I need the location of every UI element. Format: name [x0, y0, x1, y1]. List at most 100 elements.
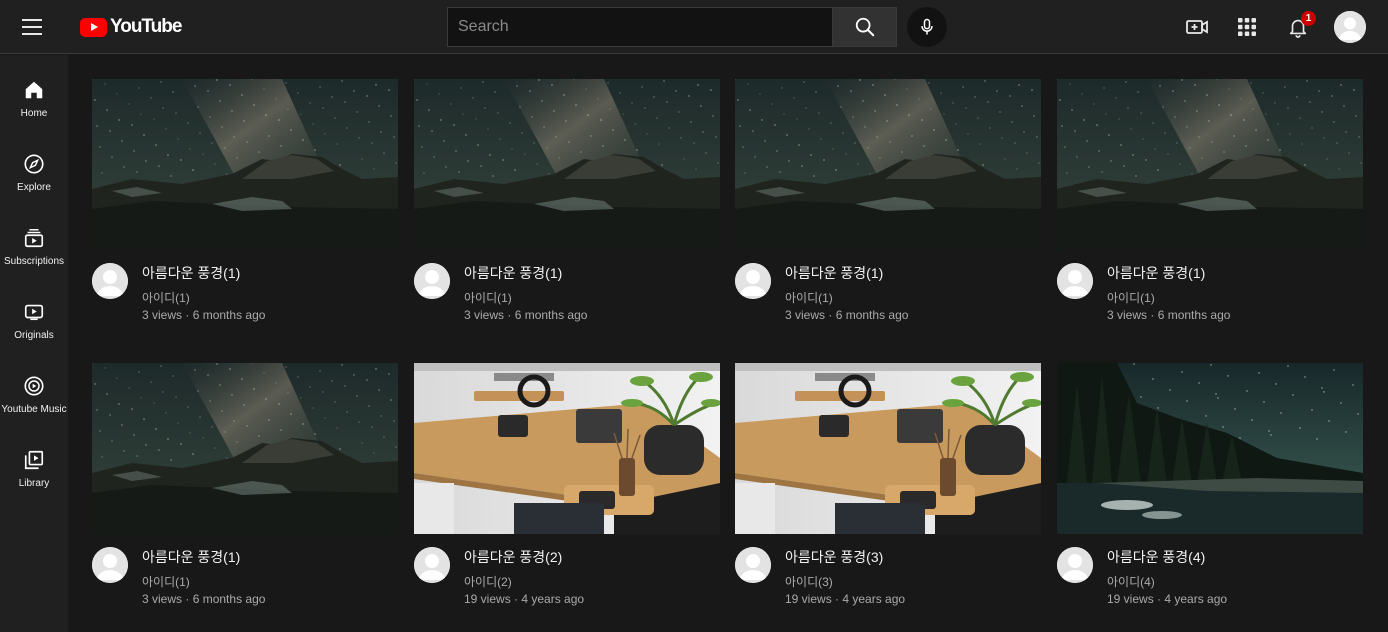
video-title[interactable]: 아름다운 풍경(1): [785, 263, 883, 283]
user-avatar-icon: [735, 547, 771, 583]
logo-text: YouTube: [110, 16, 182, 37]
search-bar: [447, 7, 897, 47]
video-title[interactable]: 아름다운 풍경(1): [1107, 263, 1205, 283]
compass-icon: [22, 152, 46, 176]
channel-avatar[interactable]: [735, 547, 771, 583]
milky-way-mountain-thumbnail: [414, 79, 720, 250]
video-meta: 3 views · 6 months ago: [1107, 308, 1230, 322]
desk-setup-thumbnail: [735, 363, 1041, 534]
youtube-play-icon: [80, 17, 107, 37]
sidebar-item-label: Subscriptions: [3, 256, 65, 267]
sidebar-item-label: Youtube Music: [1, 404, 67, 415]
video-thumbnail[interactable]: [414, 79, 720, 250]
video-card[interactable]: 아름다운 풍경(1) 아이디(1) 3 views · 6 months ago: [92, 79, 398, 339]
video-title[interactable]: 아름다운 풍경(1): [142, 263, 240, 283]
sidebar-item-label: Originals: [14, 330, 54, 341]
video-title[interactable]: 아름다운 풍경(3): [785, 547, 883, 567]
channel-name[interactable]: 아이디(1): [142, 289, 190, 306]
video-title[interactable]: 아름다운 풍경(4): [1107, 547, 1205, 567]
video-thumbnail[interactable]: [92, 79, 398, 250]
search-input[interactable]: [447, 7, 832, 47]
meta-separator: ·: [828, 308, 833, 322]
channel-avatar[interactable]: [92, 263, 128, 299]
video-title[interactable]: 아름다운 풍경(1): [464, 263, 562, 283]
sidebar-item-subscriptions[interactable]: Subscriptions: [0, 226, 68, 286]
hamburger-menu-icon[interactable]: [18, 14, 46, 40]
account-avatar[interactable]: [1334, 11, 1366, 43]
channel-name[interactable]: 아이디(1): [1107, 289, 1155, 306]
sidebar-item-youtube-music[interactable]: Youtube Music: [0, 374, 68, 434]
video-meta: 3 views · 6 months ago: [785, 308, 908, 322]
video-meta: 19 views · 4 years ago: [464, 592, 584, 606]
channel-name[interactable]: 아이디(1): [464, 289, 512, 306]
channel-name[interactable]: 아이디(1): [785, 289, 833, 306]
video-thumbnail[interactable]: [1057, 363, 1363, 534]
video-meta: 3 views · 6 months ago: [464, 308, 587, 322]
video-meta: 3 views · 6 months ago: [142, 592, 265, 606]
channel-avatar[interactable]: [1057, 263, 1093, 299]
sidebar-item-library[interactable]: Library: [0, 448, 68, 508]
video-card[interactable]: 아름다운 풍경(1) 아이디(1) 3 views · 6 months ago: [1057, 79, 1363, 339]
channel-avatar[interactable]: [414, 263, 450, 299]
view-count: 19 views: [1107, 592, 1154, 606]
video-thumbnail[interactable]: [414, 363, 720, 534]
user-avatar-icon: [414, 263, 450, 299]
search-button[interactable]: [832, 7, 897, 47]
sidebar-item-label: Library: [18, 478, 50, 489]
channel-name[interactable]: 아이디(1): [142, 573, 190, 590]
video-card[interactable]: 아름다운 풍경(4) 아이디(4) 19 views · 4 years ago: [1057, 363, 1363, 623]
meta-separator: ·: [185, 308, 190, 322]
view-count: 19 views: [785, 592, 832, 606]
channel-avatar[interactable]: [1057, 547, 1093, 583]
channel-avatar[interactable]: [414, 547, 450, 583]
youtube-logo[interactable]: YouTube: [80, 15, 182, 39]
video-title[interactable]: 아름다운 풍경(2): [464, 547, 562, 567]
video-title[interactable]: 아름다운 풍경(1): [142, 547, 240, 567]
video-thumbnail[interactable]: [735, 79, 1041, 250]
upload-age: 6 months ago: [192, 308, 266, 322]
video-meta: 19 views · 4 years ago: [785, 592, 905, 606]
channel-avatar[interactable]: [92, 547, 128, 583]
channel-name[interactable]: 아이디(3): [785, 573, 833, 590]
upload-age: 4 years ago: [521, 592, 585, 606]
sidebar-item-home[interactable]: Home: [0, 78, 68, 138]
view-count: 19 views: [464, 592, 511, 606]
apps-grid-icon: [1238, 18, 1256, 36]
video-card[interactable]: 아름다운 풍경(1) 아이디(1) 3 views · 6 months ago: [92, 363, 398, 623]
sidebar-item-explore[interactable]: Explore: [0, 152, 68, 212]
video-meta: 3 views · 6 months ago: [142, 308, 265, 322]
desk-setup-thumbnail: [414, 363, 720, 534]
meta-separator: ·: [507, 308, 512, 322]
user-avatar-icon: [92, 263, 128, 299]
create-video-button[interactable]: [1184, 14, 1210, 40]
video-card[interactable]: 아름다운 풍경(2) 아이디(2) 19 views · 4 years ago: [414, 363, 720, 623]
view-count: 3 views: [142, 308, 183, 322]
meta-separator: ·: [1157, 592, 1162, 606]
video-thumbnail[interactable]: [92, 363, 398, 534]
upload-age: 6 months ago: [514, 308, 588, 322]
video-card[interactable]: 아름다운 풍경(3) 아이디(3) 19 views · 4 years ago: [735, 363, 1041, 623]
view-count: 3 views: [785, 308, 826, 322]
video-card[interactable]: 아름다운 풍경(1) 아이디(1) 3 views · 6 months ago: [735, 79, 1041, 339]
top-header: YouTube Search 1: [0, 0, 1388, 54]
search-icon: [855, 17, 874, 37]
upload-age: 6 months ago: [192, 592, 266, 606]
video-thumbnail[interactable]: [735, 363, 1041, 534]
user-avatar-icon: [1334, 11, 1366, 43]
sidebar-item-originals[interactable]: Originals: [0, 300, 68, 360]
voice-search-button[interactable]: [907, 7, 947, 47]
notifications-button[interactable]: 1: [1285, 11, 1316, 40]
starry-lake-thumbnail: [1057, 363, 1363, 534]
channel-name[interactable]: 아이디(2): [464, 573, 512, 590]
apps-button[interactable]: [1234, 14, 1260, 40]
channel-name[interactable]: 아이디(4): [1107, 573, 1155, 590]
channel-avatar[interactable]: [735, 263, 771, 299]
video-thumbnail[interactable]: [1057, 79, 1363, 250]
notification-count-badge: 1: [1301, 11, 1316, 26]
sidebar-item-label: Explore: [17, 182, 51, 193]
user-avatar-icon: [92, 547, 128, 583]
sidebar: Home Explore Subscriptions Originals You…: [0, 55, 68, 632]
video-card[interactable]: 아름다운 풍경(1) 아이디(1) 3 views · 6 months ago: [414, 79, 720, 339]
milky-way-mountain-thumbnail: [92, 79, 398, 250]
video-meta: 19 views · 4 years ago: [1107, 592, 1227, 606]
